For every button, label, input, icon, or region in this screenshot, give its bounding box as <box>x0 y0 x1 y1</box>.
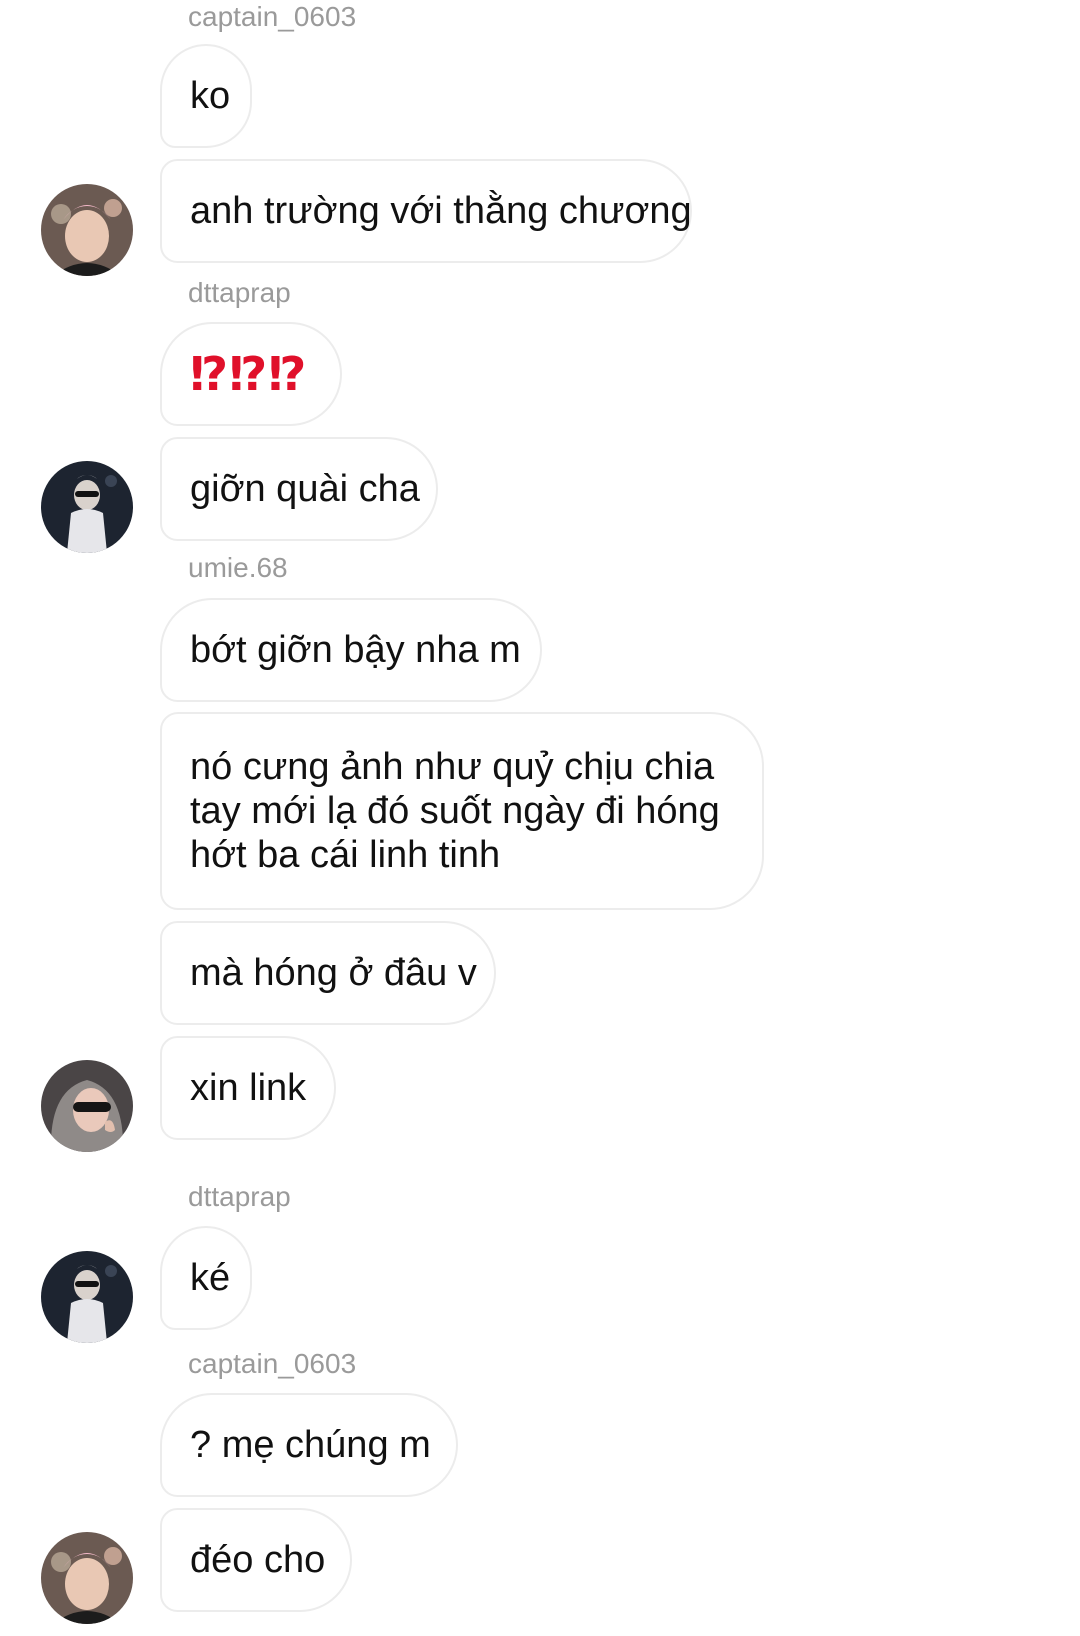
avatar-photo-icon <box>41 461 133 553</box>
message-text: ké <box>190 1257 231 1299</box>
message-bubble[interactable]: giỡn quài cha <box>160 437 438 541</box>
message-text: ? mẹ chúng m <box>190 1424 431 1466</box>
avatar-photo-icon <box>41 1251 133 1343</box>
sender-name: dttaprap <box>188 1181 291 1212</box>
user-avatar[interactable] <box>41 184 133 276</box>
message-text: mà hóng ở đâu v <box>190 952 477 994</box>
sender-name: umie.68 <box>188 552 288 583</box>
user-avatar[interactable] <box>41 1060 133 1152</box>
message-bubble[interactable]: ⁉⁉⁉ <box>160 322 342 426</box>
avatar-photo-icon <box>41 1532 133 1624</box>
message-bubble[interactable]: ko <box>160 44 252 148</box>
avatar-photo-icon <box>41 184 133 276</box>
sender-name: captain_0603 <box>188 1 357 32</box>
message-text: bớt giỡn bậy nha m <box>190 629 521 671</box>
sender-name: captain_0603 <box>188 1348 357 1379</box>
message-bubble[interactable]: xin link <box>160 1036 336 1140</box>
message-text: ko <box>190 75 231 117</box>
message-text: xin link <box>190 1067 307 1109</box>
message-bubble[interactable]: anh trường với thằng chương <box>160 159 692 263</box>
message-bubble[interactable]: ? mẹ chúng m <box>160 1393 458 1497</box>
message-text: anh trường với thằng chương <box>190 190 692 232</box>
user-avatar[interactable] <box>41 1251 133 1343</box>
message-text: đéo cho <box>190 1539 326 1581</box>
avatar-photo-icon <box>41 1060 133 1152</box>
message-bubble[interactable]: mà hóng ở đâu v <box>160 921 496 1025</box>
sender-name: dttaprap <box>188 277 291 308</box>
message-text: ⁉⁉⁉ <box>190 348 308 400</box>
message-bubble[interactable]: bớt giỡn bậy nha m <box>160 598 542 702</box>
message-bubble[interactable]: đéo cho <box>160 1508 352 1612</box>
user-avatar[interactable] <box>41 461 133 553</box>
message-bubble[interactable]: nó cưng ảnh như quỷ chịu chia tay mới lạ… <box>160 712 764 910</box>
message-bubble[interactable]: ké <box>160 1226 252 1330</box>
message-text: nó cưng ảnh như quỷ chịu chia tay mới lạ… <box>190 746 720 876</box>
message-text: giỡn quài cha <box>190 468 420 510</box>
user-avatar[interactable] <box>41 1532 133 1624</box>
